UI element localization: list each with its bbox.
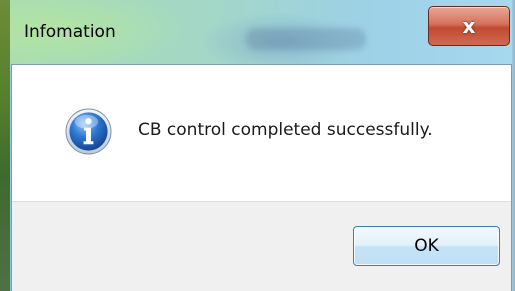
- message-area: CB control completed successfully.: [12, 65, 511, 201]
- message-dialog: Infomation x CB control completed succes…: [0, 0, 515, 291]
- info-icon: [65, 108, 112, 155]
- window-title: Infomation: [24, 22, 116, 42]
- ok-button[interactable]: OK: [353, 226, 500, 266]
- close-button[interactable]: x: [428, 6, 510, 46]
- background-window-edge: [0, 0, 10, 291]
- message-text: CB control completed successfully.: [138, 120, 433, 140]
- background-blur: [246, 28, 366, 50]
- button-area: OK: [12, 201, 511, 291]
- close-icon: x: [462, 14, 476, 38]
- dialog-client-area: CB control completed successfully. OK: [11, 64, 512, 291]
